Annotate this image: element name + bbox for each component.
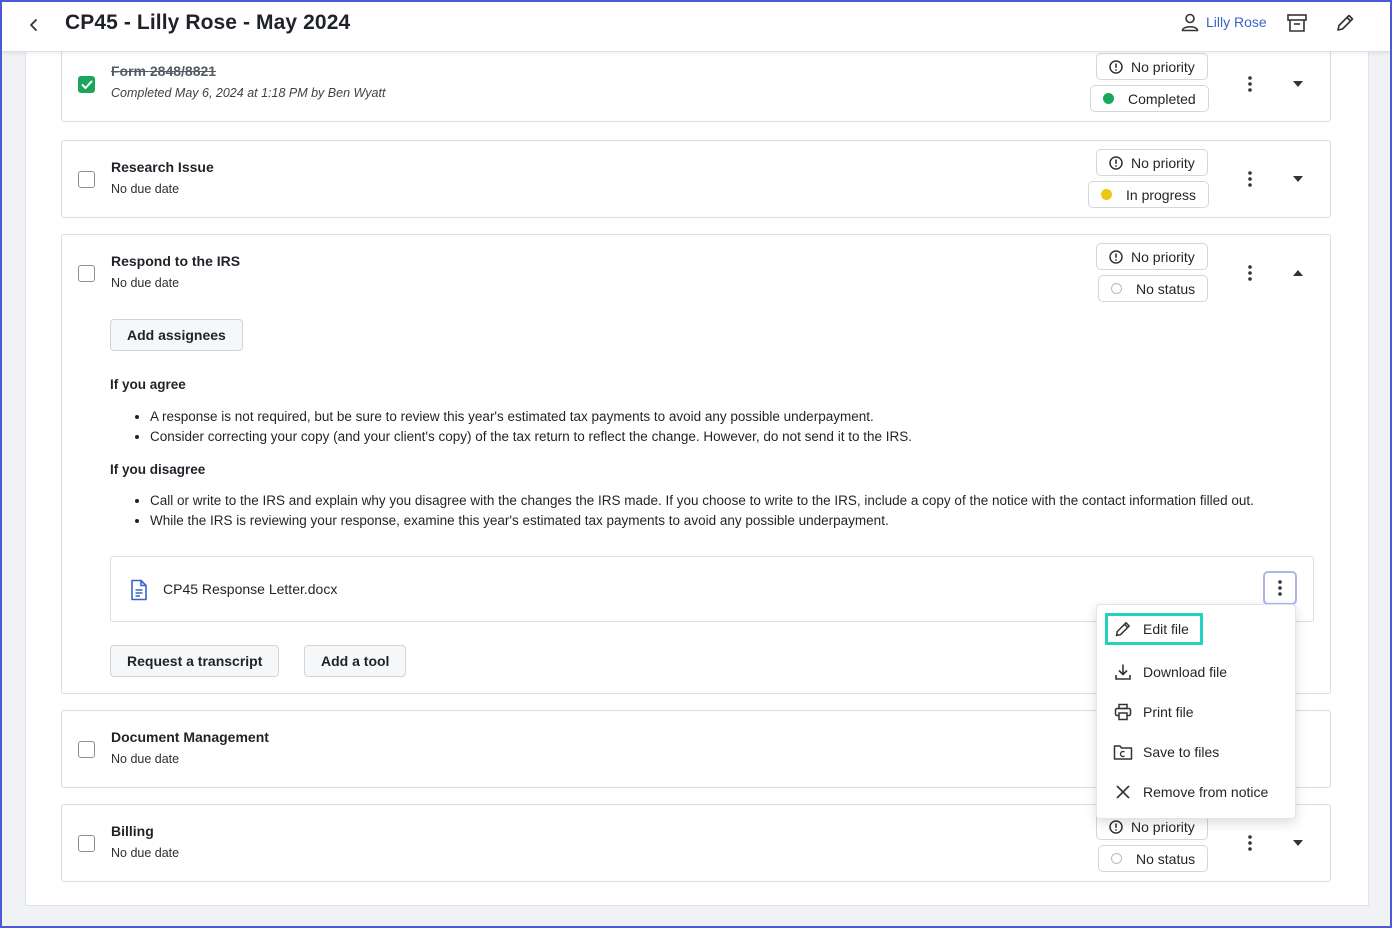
menu-item-label: Download file (1143, 664, 1228, 680)
menu-item-label: Remove from notice (1143, 784, 1269, 800)
document-icon (131, 579, 147, 601)
task-checkbox[interactable] (78, 76, 95, 93)
page-title: CP45 - Lilly Rose - May 2024 (65, 11, 351, 34)
expand-button[interactable] (1288, 74, 1308, 94)
disagree-list: Call or write to the IRS and explain why… (110, 491, 1254, 531)
task-menu-button[interactable] (1238, 72, 1262, 96)
priority-pill[interactable]: No priority (1096, 149, 1208, 176)
alert-circle-icon (1109, 59, 1123, 74)
check-icon (81, 80, 92, 89)
kebab-icon (1248, 76, 1252, 92)
printer-icon (1113, 702, 1133, 722)
folder-icon (1113, 742, 1133, 762)
status-dot (1101, 189, 1112, 200)
chevron-left-icon (30, 19, 37, 31)
add-assignees-button[interactable]: Add assignees (110, 319, 243, 351)
priority-label: No priority (1131, 818, 1195, 835)
kebab-icon (1248, 265, 1252, 281)
collapse-button[interactable] (1288, 263, 1308, 283)
file-context-menu: Edit file Download file Print file Save … (1096, 604, 1296, 819)
alert-circle-icon (1109, 155, 1123, 170)
expand-button[interactable] (1288, 833, 1308, 853)
priority-pill[interactable]: No priority (1096, 53, 1208, 80)
caret-down-icon (1293, 176, 1303, 182)
list-item: While the IRS is reviewing your response… (150, 511, 1254, 531)
task-checkbox[interactable] (78, 171, 95, 188)
pencil-icon (1337, 14, 1354, 31)
task-menu-button[interactable] (1238, 261, 1262, 285)
top-bar: CP45 - Lilly Rose - May 2024 Lilly Rose (2, 2, 1390, 52)
list-item: Consider correcting your copy (and your … (150, 427, 912, 447)
menu-item-label: Save to files (1143, 744, 1220, 760)
priority-label: No priority (1131, 154, 1195, 171)
agree-list: A response is not required, but be sure … (110, 407, 912, 447)
archive-icon (1287, 14, 1307, 32)
menu-item-edit-file[interactable]: Edit file (1105, 613, 1203, 645)
status-pill[interactable]: Completed (1090, 85, 1209, 112)
kebab-icon (1278, 580, 1282, 596)
add-tool-button[interactable]: Add a tool (304, 645, 407, 677)
menu-item-label: Edit file (1143, 621, 1189, 637)
task-title: Document Management (111, 729, 269, 745)
list-item: A response is not required, but be sure … (150, 407, 912, 427)
task-checkbox[interactable] (78, 835, 95, 852)
close-icon (1113, 782, 1133, 802)
disagree-heading: If you disagree (110, 462, 206, 477)
task-due-date: No due date (111, 182, 180, 196)
file-menu-button[interactable] (1263, 571, 1297, 605)
task-title: Form 2848/8821 (111, 63, 217, 79)
task-due-date: No due date (111, 276, 180, 290)
status-label: No status (1136, 280, 1196, 297)
download-icon (1113, 662, 1133, 682)
request-transcript-button[interactable]: Request a transcript (110, 645, 280, 677)
expand-button[interactable] (1288, 169, 1308, 189)
status-dot (1111, 283, 1122, 294)
task-menu-button[interactable] (1238, 831, 1262, 855)
status-pill[interactable]: In progress (1088, 181, 1210, 208)
task-title: Billing (111, 823, 154, 839)
priority-label: No priority (1131, 58, 1195, 75)
status-pill[interactable]: No status (1098, 845, 1209, 872)
user-icon (1181, 13, 1199, 32)
task-checkbox[interactable] (78, 265, 95, 282)
task-due-date: No due date (111, 846, 180, 860)
task-title: Research Issue (111, 159, 214, 175)
archive-button[interactable] (1286, 12, 1310, 36)
status-label: No status (1136, 850, 1196, 867)
user-name[interactable]: Lilly Rose (1206, 14, 1267, 30)
status-dot (1103, 93, 1114, 104)
back-button[interactable] (22, 13, 46, 37)
menu-item-label: Print file (1143, 704, 1194, 720)
pencil-icon (1113, 619, 1133, 639)
alert-circle-icon (1109, 819, 1123, 834)
task-subtitle: Completed May 6, 2024 at 1:18 PM by Ben … (111, 86, 386, 100)
task-due-date: No due date (111, 752, 180, 766)
kebab-icon (1248, 171, 1252, 187)
status-dot (1111, 853, 1122, 864)
alert-circle-icon (1109, 249, 1123, 264)
menu-item-download-file[interactable]: Download file (1105, 656, 1227, 688)
task-title: Respond to the IRS (111, 253, 241, 269)
priority-label: No priority (1131, 248, 1195, 265)
list-item: Call or write to the IRS and explain why… (150, 491, 1254, 511)
edit-notice-button[interactable] (1334, 12, 1358, 36)
agree-heading: If you agree (110, 377, 186, 392)
status-label: Completed (1128, 90, 1196, 107)
task-card-research-issue: Research Issue No due date No priority I… (61, 140, 1331, 218)
task-menu-button[interactable] (1238, 167, 1262, 191)
menu-item-remove-from-notice[interactable]: Remove from notice (1105, 776, 1268, 808)
file-name[interactable]: CP45 Response Letter.docx (163, 581, 337, 597)
caret-up-icon (1293, 270, 1303, 276)
task-checkbox[interactable] (78, 741, 95, 758)
caret-down-icon (1293, 840, 1303, 846)
kebab-icon (1248, 835, 1252, 851)
caret-down-icon (1293, 81, 1303, 87)
status-pill[interactable]: No status (1098, 275, 1209, 302)
menu-item-print-file[interactable]: Print file (1105, 696, 1194, 728)
priority-pill[interactable]: No priority (1096, 243, 1208, 270)
task-card-form-2848: Form 2848/8821 Completed May 6, 2024 at … (61, 50, 1331, 122)
menu-item-save-to-files[interactable]: Save to files (1105, 736, 1219, 768)
status-label: In progress (1126, 186, 1197, 203)
assigned-user-link[interactable]: Lilly Rose (1180, 12, 1267, 32)
